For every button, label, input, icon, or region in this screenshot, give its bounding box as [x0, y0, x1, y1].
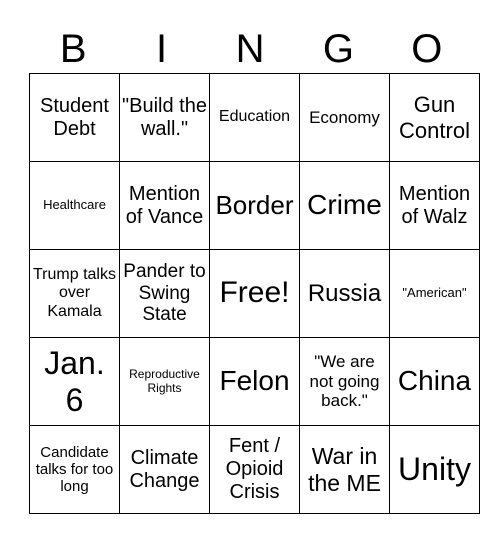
grid-row: Trump talks over Kamala Pander to Swing … — [29, 249, 480, 338]
bingo-cell[interactable]: Fent / Opioid Crisis — [209, 425, 300, 514]
bingo-cell[interactable]: Economy — [299, 73, 390, 162]
bingo-cell[interactable]: Mention of Vance — [119, 161, 210, 250]
bingo-cell[interactable]: "American" — [389, 249, 480, 338]
free-space-cell[interactable]: Free! — [209, 249, 300, 338]
bingo-header: B I N G O — [29, 26, 471, 72]
bingo-cell[interactable]: "We are not going back." — [299, 337, 390, 426]
bingo-cell[interactable]: Jan. 6 — [29, 337, 120, 426]
bingo-cell[interactable]: Pander to Swing State — [119, 249, 210, 338]
bingo-cell[interactable]: Healthcare — [29, 161, 120, 250]
grid-row: Healthcare Mention of Vance Border Crime… — [29, 161, 480, 250]
bingo-cell[interactable]: War in the ME — [299, 425, 390, 514]
bingo-cell[interactable]: "Build the wall." — [119, 73, 210, 162]
bingo-cell[interactable]: Border — [209, 161, 300, 250]
grid-row: Jan. 6 Reproductive Rights Felon "We are… — [29, 337, 480, 426]
bingo-cell[interactable]: Mention of Walz — [389, 161, 480, 250]
bingo-cell[interactable]: Reproductive Rights — [119, 337, 210, 426]
bingo-cell[interactable]: Climate Change — [119, 425, 210, 514]
grid-row: Candidate talks for too long Climate Cha… — [29, 425, 480, 514]
bingo-cell[interactable]: Crime — [299, 161, 390, 250]
header-letter-i: I — [156, 27, 168, 71]
bingo-grid: Student Debt "Build the wall." Education… — [29, 73, 480, 514]
bingo-cell[interactable]: Trump talks over Kamala — [29, 249, 120, 338]
header-letter-n: N — [235, 27, 265, 71]
header-letter-g: G — [322, 27, 354, 71]
bingo-cell[interactable]: Unity — [389, 425, 480, 514]
bingo-cell[interactable]: Education — [209, 73, 300, 162]
header-letter-b: B — [59, 27, 87, 71]
bingo-cell[interactable]: Student Debt — [29, 73, 120, 162]
bingo-cell[interactable]: Russia — [299, 249, 390, 338]
header-letter-o: O — [411, 27, 443, 71]
bingo-cell[interactable]: Candidate talks for too long — [29, 425, 120, 514]
bingo-cell[interactable]: China — [389, 337, 480, 426]
bingo-cell[interactable]: Gun Control — [389, 73, 480, 162]
grid-row: Student Debt "Build the wall." Education… — [29, 73, 480, 162]
bingo-cell[interactable]: Felon — [209, 337, 300, 426]
